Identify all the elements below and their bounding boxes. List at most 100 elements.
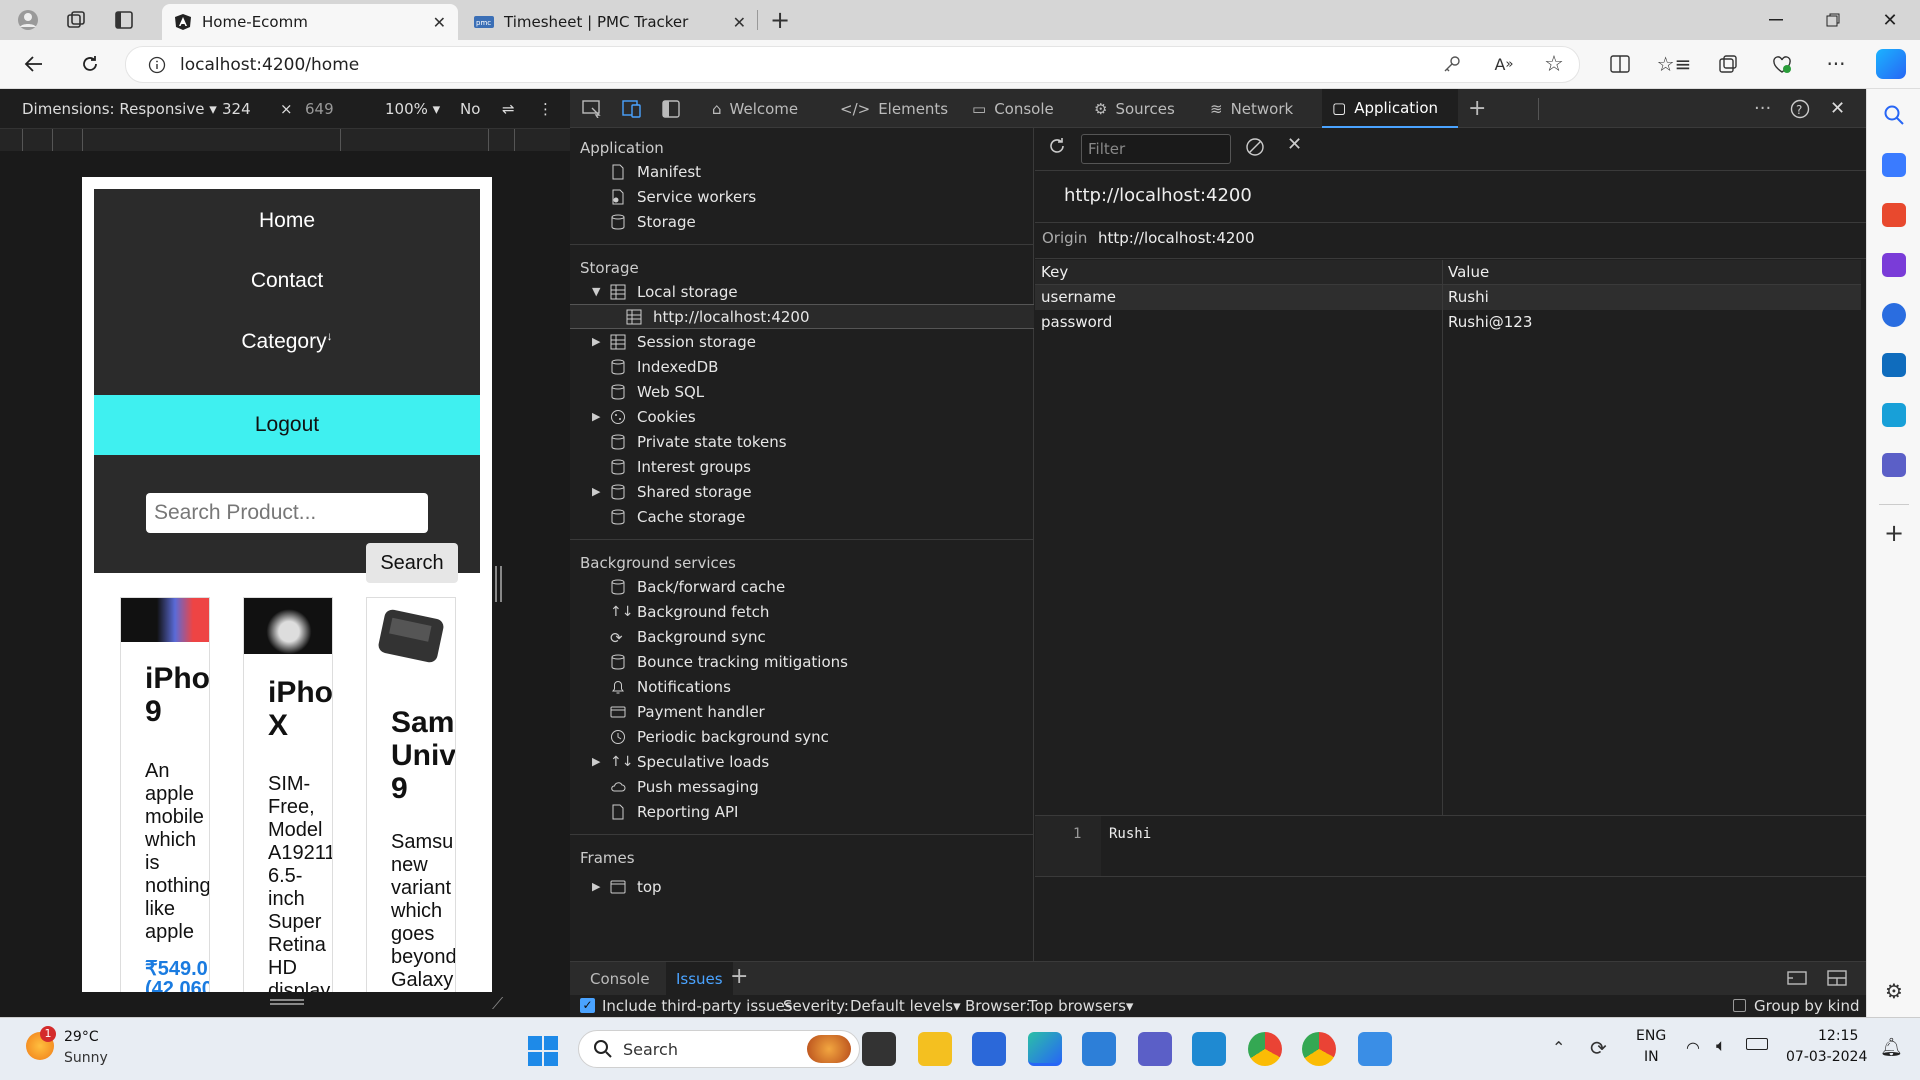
tree-item-reporting-api[interactable]: Reporting API <box>570 799 1034 824</box>
close-window-icon[interactable]: ✕ <box>1872 0 1908 40</box>
device-emulation-icon[interactable] <box>622 89 642 128</box>
collapsed-arrow-icon[interactable]: ▶ <box>592 485 600 498</box>
favorite-star-icon[interactable]: ☆ <box>1536 46 1572 82</box>
task-view-icon[interactable] <box>862 1032 896 1066</box>
sidebar-games-icon[interactable] <box>1882 253 1906 277</box>
refresh-storage-icon[interactable] <box>1047 136 1067 156</box>
back-icon[interactable] <box>16 46 52 82</box>
nav-category-link[interactable]: Category↓ <box>94 329 480 354</box>
tree-item-indexeddb[interactable]: IndexedDB <box>570 354 1034 379</box>
tree-item-background-sync[interactable]: ⟳ Background sync <box>570 624 1034 649</box>
close-devtools-icon[interactable]: ✕ <box>1830 89 1845 128</box>
tab-home-ecomm[interactable]: Home-Ecomm ✕ <box>162 4 458 40</box>
table-row[interactable]: username Rushi <box>1035 285 1861 310</box>
tree-item-localhost-selected[interactable]: http://localhost:4200 <box>570 304 1034 329</box>
tree-item-bfcache[interactable]: Back/forward cache <box>570 574 1034 599</box>
filter-input[interactable]: Filter <box>1081 134 1231 164</box>
paint-icon[interactable] <box>1358 1032 1392 1066</box>
more-menu-icon[interactable]: ··· <box>1818 46 1854 82</box>
wifi-icon[interactable]: ◠ <box>1686 1038 1700 1057</box>
third-party-checkbox[interactable]: ✓ <box>580 998 595 1013</box>
tab-elements[interactable]: </> Elements <box>840 89 948 128</box>
favorites-icon[interactable]: ☆≡ <box>1656 46 1692 82</box>
resize-handle-bottom[interactable] <box>270 999 304 1005</box>
chrome-icon[interactable] <box>1248 1032 1282 1066</box>
tree-item-notifications[interactable]: Notifications <box>570 674 1034 699</box>
rotate-icon[interactable]: ⇌ <box>502 100 515 118</box>
refresh-icon[interactable] <box>72 46 108 82</box>
inspect-element-icon[interactable] <box>582 89 602 128</box>
search-product-input[interactable]: Search Product... <box>146 493 428 533</box>
nav-contact-link[interactable]: Contact <box>94 269 480 293</box>
product-card[interactable]: iPho X SIM- Free, Model A19211 6.5- inch… <box>243 597 333 992</box>
browser-essentials-icon[interactable] <box>1764 46 1800 82</box>
collapsed-arrow-icon[interactable]: ▶ <box>592 410 600 423</box>
drawer-tab-console[interactable]: Console <box>590 970 650 988</box>
drawer-tab-issues[interactable]: Issues <box>666 962 733 995</box>
tree-item-local-storage[interactable]: ▼ Local storage <box>570 279 1034 304</box>
copilot-icon[interactable] <box>1876 49 1906 79</box>
add-tab-icon[interactable]: + <box>1468 89 1486 128</box>
tree-item-session-storage[interactable]: ▶ Session storage <box>570 329 1034 354</box>
throttle-dropdown[interactable]: No <box>460 100 480 118</box>
site-info-icon[interactable] <box>148 56 166 74</box>
tree-item-periodic-sync[interactable]: Periodic background sync <box>570 724 1034 749</box>
store-icon[interactable] <box>972 1032 1006 1066</box>
collapsed-arrow-icon[interactable]: ▶ <box>592 880 600 893</box>
tab-actions-icon[interactable] <box>106 0 142 40</box>
mail-icon[interactable] <box>1082 1032 1116 1066</box>
dimensions-dropdown[interactable]: Dimensions: Responsive ▾ <box>22 100 217 118</box>
taskbar-search[interactable]: Search <box>578 1030 860 1068</box>
tab-console[interactable]: ▭ Console <box>972 89 1054 128</box>
close-drawer-icon[interactable] <box>1826 968 1848 988</box>
column-header-key[interactable]: Key <box>1041 263 1068 281</box>
new-tab-icon[interactable]: + <box>762 0 798 40</box>
sidebar-drop-icon[interactable] <box>1882 403 1906 427</box>
start-icon[interactable] <box>528 1036 558 1066</box>
tree-item-storage[interactable]: Storage <box>570 209 1034 234</box>
expanded-arrow-icon[interactable]: ▼ <box>592 285 600 298</box>
product-card[interactable]: Sam Univ 9 Samsu new variant which goes … <box>366 597 456 992</box>
tab-welcome[interactable]: ⌂ Welcome <box>712 89 798 128</box>
table-row[interactable]: password Rushi@123 <box>1035 310 1861 335</box>
browser-dropdown[interactable]: Top browsers▾ <box>1028 997 1133 1015</box>
delete-selected-icon[interactable]: ✕ <box>1287 134 1302 155</box>
tree-item-speculative-loads[interactable]: ▶ ↑↓ Speculative loads <box>570 749 1034 774</box>
height-input[interactable]: 649 <box>305 100 334 118</box>
sidebar-m365-icon[interactable] <box>1882 303 1906 327</box>
width-input[interactable]: 324 <box>222 100 251 118</box>
dock-drawer-icon[interactable] <box>1786 968 1808 988</box>
tree-item-shared-storage[interactable]: ▶ Shared storage <box>570 479 1034 504</box>
product-card[interactable]: iPho 9 An apple mobile which is nothing … <box>120 597 210 992</box>
nav-home-link[interactable]: Home <box>94 209 480 233</box>
column-divider[interactable] <box>1442 260 1443 815</box>
tree-item-push-messaging[interactable]: Push messaging <box>570 774 1034 799</box>
clock-time[interactable]: 12:15 <box>1818 1028 1858 1044</box>
tab-application[interactable]: ▢ Application <box>1322 89 1458 128</box>
sidebar-teams-icon[interactable] <box>1882 453 1906 477</box>
tree-item-payment-handler[interactable]: Payment handler <box>570 699 1034 724</box>
language-code[interactable]: ENG <box>1636 1028 1666 1044</box>
collections-icon[interactable] <box>1710 46 1746 82</box>
device-more-icon[interactable]: ⋮ <box>538 100 553 118</box>
collapsed-arrow-icon[interactable]: ▶ <box>592 755 600 768</box>
close-tab-icon[interactable]: ✕ <box>433 13 446 32</box>
chrome-profile-icon[interactable] <box>1302 1032 1336 1066</box>
split-screen-icon[interactable] <box>1602 46 1638 82</box>
notifications-bell-icon[interactable]: 🔔︎ <box>1880 1037 1903 1058</box>
clear-all-icon[interactable] <box>1245 137 1265 157</box>
vscode-icon[interactable] <box>1192 1032 1226 1066</box>
tree-item-web-sql[interactable]: Web SQL <box>570 379 1034 404</box>
drawer-add-tab-icon[interactable]: + <box>730 964 748 989</box>
customize-more-icon[interactable]: ··· <box>1754 89 1771 128</box>
tab-timesheet[interactable]: pmc Timesheet | PMC Tracker ✕ <box>462 4 758 40</box>
tree-item-cache-storage[interactable]: Cache storage <box>570 504 1034 529</box>
battery-icon[interactable] <box>1746 1038 1768 1050</box>
volume-icon[interactable]: 🔈︎ <box>1716 1036 1726 1056</box>
tree-item-bounce-tracking[interactable]: Bounce tracking mitigations <box>570 649 1034 674</box>
tree-item-interest-groups[interactable]: Interest groups <box>570 454 1034 479</box>
restore-icon[interactable] <box>1815 0 1851 40</box>
tab-sources[interactable]: ⚙ Sources <box>1094 89 1175 128</box>
sync-status-icon[interactable]: ⟳ <box>1590 1036 1607 1060</box>
minimize-icon[interactable] <box>1758 0 1794 40</box>
